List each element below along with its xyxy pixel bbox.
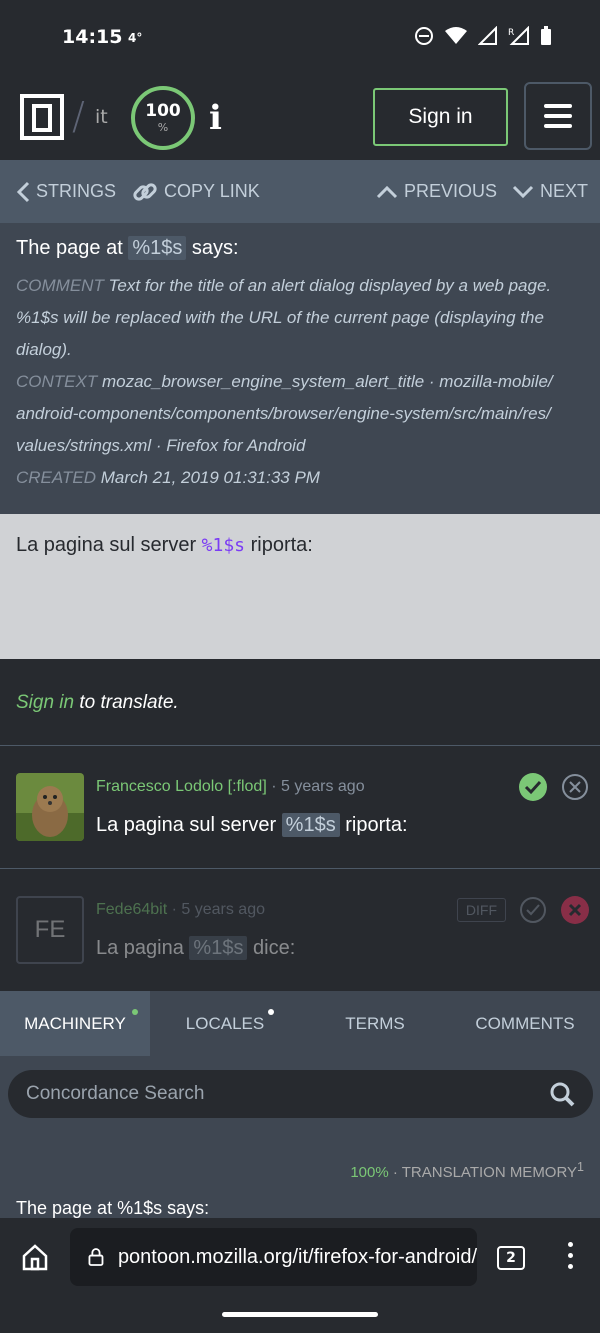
next-label: NEXT bbox=[540, 181, 589, 201]
breadcrumb-separator: / bbox=[72, 94, 85, 138]
diff-button[interactable]: DIFF bbox=[456, 898, 506, 922]
avatar[interactable] bbox=[16, 773, 84, 841]
sign-in-to-translate: Sign in to translate. bbox=[0, 659, 600, 746]
copy-link-label: COPY LINK bbox=[164, 181, 260, 201]
search-input[interactable] bbox=[26, 1083, 506, 1105]
machinery-panel: 100% · TRANSLATION MEMORY1 The page at %… bbox=[0, 1056, 600, 1218]
machinery-original[interactable]: The page at %1$s says: bbox=[16, 1198, 209, 1219]
source-string: The page at %1$s says: bbox=[16, 236, 239, 260]
concordance-search bbox=[8, 1070, 593, 1118]
lock-icon bbox=[88, 1248, 104, 1266]
browser-menu-icon[interactable] bbox=[568, 1242, 573, 1269]
translation-author: Francesco Lodolo [:flod] · 5 years ago bbox=[96, 778, 365, 795]
tab-locales[interactable]: LOCALES bbox=[150, 991, 300, 1056]
url-field[interactable]: pontoon.mozilla.org/it/firefox-for-andro… bbox=[70, 1228, 477, 1286]
reject-icon[interactable] bbox=[560, 772, 590, 802]
chevron-down-icon bbox=[512, 185, 534, 198]
history-item: FE Fede64bit · 5 years ago La pagina %1$… bbox=[0, 869, 600, 992]
source-string-panel: The page at %1$s says: COMMENT Text for … bbox=[0, 223, 600, 514]
strings-label: STRINGS bbox=[36, 181, 117, 201]
tab-machinery[interactable]: MACHINERY bbox=[0, 991, 150, 1056]
browser-toolbar: pontoon.mozilla.org/it/firefox-for-andro… bbox=[0, 1218, 600, 1333]
match-quality: 100% bbox=[350, 1164, 389, 1181]
gesture-bar bbox=[222, 1312, 378, 1317]
status-time: 14:15 bbox=[62, 26, 123, 48]
tab-terms[interactable]: TERMS bbox=[300, 991, 450, 1056]
previous-button[interactable]: PREVIOUS bbox=[376, 160, 497, 223]
translation-editor[interactable]: La pagina sul server %1$s riporta: bbox=[0, 514, 600, 659]
info-icon[interactable]: i bbox=[209, 98, 222, 138]
translation-author: Fede64bit · 5 years ago bbox=[96, 901, 265, 918]
progress-value: 100 bbox=[145, 101, 181, 121]
entity-navigation: STRINGS COPY LINK PREVIOUS NEXT bbox=[0, 160, 600, 223]
notification-dot bbox=[268, 1009, 274, 1015]
app-header: / it 100 % i Sign in bbox=[0, 76, 600, 160]
tab-comments[interactable]: COMMENTS bbox=[450, 991, 600, 1056]
history-actions: DIFF bbox=[456, 895, 590, 925]
copy-link-button[interactable]: COPY LINK bbox=[132, 160, 260, 223]
notification-dot bbox=[132, 1009, 138, 1015]
approve-check-icon[interactable] bbox=[518, 895, 548, 925]
placeholder: %1$s bbox=[189, 936, 248, 960]
link-icon bbox=[133, 182, 157, 201]
sign-in-button[interactable]: Sign in bbox=[373, 88, 508, 146]
translation-text: La pagina sul server %1$s riporta: bbox=[96, 813, 408, 837]
placeholder: %1$s bbox=[281, 813, 340, 837]
do-not-disturb-icon bbox=[415, 27, 433, 45]
chevron-left-icon bbox=[16, 181, 30, 202]
history-actions bbox=[518, 772, 590, 802]
created-meta: CREATED March 21, 2019 01:31:33 PM bbox=[16, 468, 320, 487]
previous-label: PREVIOUS bbox=[404, 181, 498, 201]
machinery-source: 100% · TRANSLATION MEMORY1 bbox=[350, 1160, 584, 1181]
home-icon[interactable] bbox=[20, 1242, 50, 1272]
roaming-signal-icon: R bbox=[508, 26, 529, 45]
progress-unit: % bbox=[157, 121, 169, 134]
progress-chart[interactable]: 100 % bbox=[131, 86, 195, 150]
context-meta: CONTEXT mozac_browser_engine_system_aler… bbox=[16, 372, 553, 455]
status-bar: 14:15 4° R bbox=[0, 0, 600, 76]
approved-check-icon[interactable] bbox=[518, 772, 548, 802]
next-button[interactable]: NEXT bbox=[512, 160, 588, 223]
translation-text: La pagina %1$s dice: bbox=[96, 936, 296, 960]
strings-button[interactable]: STRINGS bbox=[16, 160, 116, 223]
helper-tabs: MACHINERY LOCALES TERMS COMMENTS bbox=[0, 991, 600, 1056]
hamburger-menu-button[interactable] bbox=[524, 82, 592, 150]
wifi-icon bbox=[445, 27, 467, 44]
search-icon[interactable] bbox=[549, 1081, 575, 1107]
chevron-up-icon bbox=[376, 185, 398, 198]
count: 1 bbox=[577, 1160, 584, 1174]
metadata: COMMENT Text for the title of an alert d… bbox=[16, 270, 584, 494]
locale-link[interactable]: it bbox=[95, 106, 108, 128]
avatar-initials[interactable]: FE bbox=[16, 896, 84, 964]
sign-in-link[interactable]: Sign in bbox=[16, 692, 74, 713]
pontoon-logo[interactable] bbox=[20, 94, 64, 140]
history-item: Francesco Lodolo [:flod] · 5 years ago L… bbox=[0, 746, 600, 869]
comment-meta: COMMENT Text for the title of an alert d… bbox=[16, 276, 552, 359]
status-icons: R bbox=[414, 26, 552, 46]
signal-icon bbox=[478, 26, 497, 45]
battery-icon bbox=[541, 26, 551, 45]
placeholder: %1$s bbox=[128, 236, 187, 260]
tab-count-button[interactable]: 2 bbox=[497, 1246, 525, 1270]
editor-placeholder: %1$s bbox=[201, 535, 246, 556]
url-text: pontoon.mozilla.org/it/firefox-for-andro… bbox=[117, 1245, 477, 1268]
rejected-icon[interactable] bbox=[560, 895, 590, 925]
svg-text:R: R bbox=[508, 28, 514, 38]
status-temperature: 4° bbox=[128, 31, 143, 45]
